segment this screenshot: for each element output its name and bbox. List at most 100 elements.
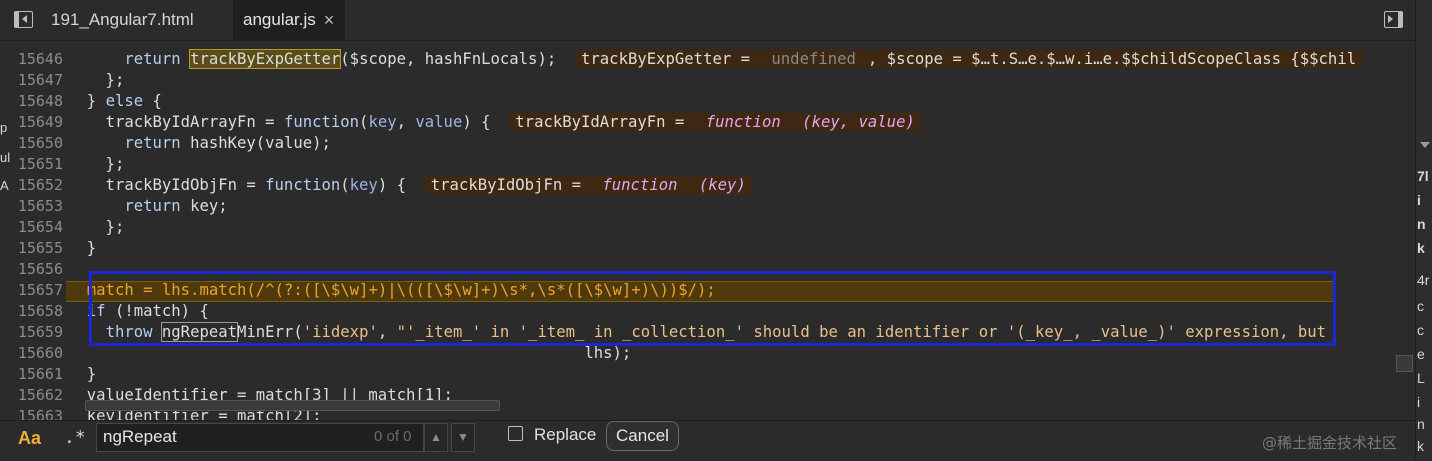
inline-value: (key) [683,176,752,194]
line-number[interactable]: 15656 [0,259,63,280]
code-token: } [68,365,97,383]
right-panel-text: i [1417,394,1421,410]
previous-match-button[interactable]: ▲ [424,423,448,452]
code-line: 15650 return hashKey(value); [0,133,1415,154]
line-number[interactable]: 15655 [0,238,63,259]
code-line: 15651 }; [0,154,1415,175]
vertical-scrollbar-thumb[interactable] [1396,355,1413,372]
chevron-down-icon: ▼ [457,430,469,444]
replace-checkbox[interactable] [508,426,523,441]
code-text: return key; [68,196,228,217]
code-token: trackByExpGetter [189,49,342,69]
line-number[interactable]: 15659 [0,322,63,343]
code-token: }; [68,71,125,89]
line-number[interactable]: 15663 [0,406,63,420]
code-token: trackByIdArrayFn = [68,113,284,131]
match-count: 0 of 0 [374,428,412,445]
code-token: , [396,113,416,131]
code-token: ( [340,176,350,194]
collapse-triangle-icon[interactable] [1420,142,1430,148]
inline-value: function [699,113,787,131]
code-token: hashKey(value); [180,134,331,152]
code-text: } [68,238,96,259]
inline-value: (key, value) [786,113,921,131]
code-token: return [124,134,181,152]
right-panel-text: L [1417,370,1425,386]
code-line: 15654 }; [0,217,1415,238]
code-line: 15660 lhs); [0,343,1415,364]
code-token: trackByIdObjFn = [68,176,266,194]
right-panel-text: 4r [1417,272,1430,288]
toggle-debugger-icon[interactable] [1384,11,1403,28]
code-token: ) { [462,113,510,131]
left-peek-text: ul [0,150,11,165]
line-number[interactable]: 15648 [0,91,63,112]
tab-angular-js[interactable]: angular.js × [233,0,345,40]
line-number[interactable]: 15652 [0,175,63,196]
code-token: return [124,50,181,68]
code-text: trackByIdObjFn = function(key) { trackBy… [68,175,752,196]
tab-191-angular7-html[interactable]: 191_Angular7.html [41,0,233,40]
code-line: 15661 } [0,364,1415,385]
inline-value: trackByIdObjFn = [424,176,597,194]
close-icon[interactable]: × [324,10,335,31]
right-panel-text: n [1417,416,1425,432]
code-text: } else { [68,91,162,112]
line-number[interactable]: 15660 [0,343,63,364]
line-number[interactable]: 15653 [0,196,63,217]
code-token: key [368,113,397,131]
code-text: lhs); [68,343,631,364]
right-panel-text: 7l [1417,168,1429,184]
right-panel-text: n [1417,216,1426,232]
code-text: }; [68,217,125,238]
code-text: } [68,364,96,385]
line-number[interactable]: 15654 [0,217,63,238]
line-number[interactable]: 15646 [0,49,63,70]
code-token: } [68,239,97,257]
inline-value: , $scope = $…t.S…e.$…w.i…e.$$childScopeC… [861,50,1363,68]
code-token: lhs); [68,344,632,362]
annotation-box [89,271,1336,346]
code-line: 15653 return key; [0,196,1415,217]
code-token: ($scope, hashFnLocals); [340,50,576,68]
line-number[interactable]: 15649 [0,112,63,133]
code-token: value [415,113,463,131]
code-token: key; [180,197,228,215]
code-token: function [265,176,341,194]
line-number[interactable]: 15647 [0,70,63,91]
line-number[interactable]: 15661 [0,364,63,385]
code-token: { [143,92,162,110]
inline-value: trackByIdArrayFn = [509,113,700,131]
code-editor[interactable]: 15646 return trackByExpGetter($scope, ha… [0,41,1415,420]
code-text: return hashKey(value); [68,133,331,154]
left-peek-text: A [0,178,9,193]
next-match-button[interactable]: ▼ [451,423,475,452]
right-panel-text: k [1417,438,1424,454]
code-line: 15649 trackByIdArrayFn = function(key, v… [0,112,1415,133]
replace-label: Replace [534,425,597,444]
toggle-navigator-icon[interactable] [14,11,33,28]
right-panel-text: k [1417,240,1425,256]
tab-label: angular.js [243,10,316,29]
code-text: }; [68,70,125,91]
code-token: key [349,176,378,194]
right-panel: 7l i n k 4r c c e L i n k [1415,0,1432,460]
line-number[interactable]: 15658 [0,301,63,322]
horizontal-scrollbar[interactable] [85,400,500,411]
right-panel-text: c [1417,298,1424,314]
find-bar: Aa .* ngRepeat 0 of 0 ▲ ▼ Replace Cancel [0,420,1415,461]
line-number[interactable]: 15657 [0,280,63,301]
code-text: return trackByExpGetter($scope, hashFnLo… [68,49,1363,70]
match-case-toggle[interactable]: Aa [18,428,41,449]
regex-toggle[interactable]: .* [64,427,86,448]
cancel-button[interactable]: Cancel [606,421,679,451]
tab-label: 191_Angular7.html [51,10,194,29]
code-token: ) { [377,176,425,194]
code-line: 15647 }; [0,70,1415,91]
line-number[interactable]: 15662 [0,385,63,406]
code-token: else [105,92,144,110]
